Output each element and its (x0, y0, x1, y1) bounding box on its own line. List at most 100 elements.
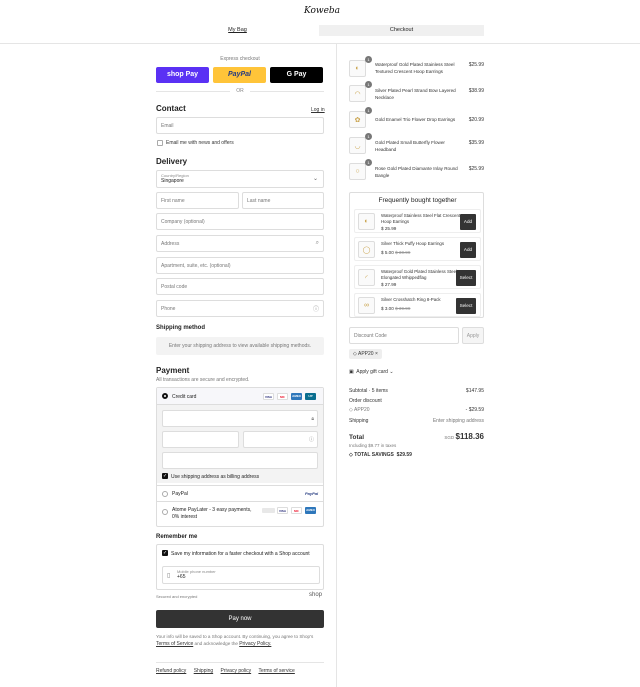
fbt-item: ∞ Silver Crosshatch Ring 8-Pack $ 3.00 $… (354, 293, 481, 317)
tab-checkout[interactable]: Checkout (319, 25, 484, 36)
shipping-method-title: Shipping method (156, 325, 205, 331)
applied-code: APP20 (353, 407, 370, 413)
total-value: $118.36 (455, 432, 484, 441)
first-name-placeholder: First name (161, 197, 185, 204)
fbt-price-old: $ 39.99 (395, 306, 411, 311)
country-select[interactable]: Country/Region Singapore ⌄ (156, 170, 324, 188)
subtotal-row: Subtotal · 5 items $147.95 (349, 388, 484, 394)
fbt-price-current: $ 27.99 (381, 282, 397, 287)
apply-discount-button[interactable]: Apply (462, 327, 484, 344)
express-checkout-label: Express checkout (220, 56, 260, 62)
first-name-field[interactable]: First name (156, 192, 239, 209)
newsletter-checkbox[interactable] (157, 140, 163, 146)
fbt-select-button[interactable]: Select (456, 270, 476, 286)
last-name-field[interactable]: Last name (242, 192, 324, 209)
product-thumbnail: ✿ (349, 111, 366, 128)
product-thumbnail: ◠ (349, 85, 366, 102)
quantity-badge: 1 (365, 107, 372, 114)
atome-radio[interactable] (162, 509, 168, 515)
privacy-link[interactable]: Privacy Policy. (239, 641, 271, 647)
apartment-field[interactable]: Apartment, suite, etc. (optional) (156, 257, 324, 274)
postal-code-field[interactable]: Postal code (156, 278, 324, 295)
column-divider (336, 44, 337, 687)
paypal-option-label: PayPal (172, 491, 188, 497)
tab-my-bag[interactable]: My Bag (156, 25, 319, 36)
help-icon[interactable]: ⓘ (313, 304, 319, 313)
credit-card-option[interactable]: Credit card VISA MC AMEX UP (157, 388, 323, 405)
google-pay-button[interactable]: G Pay (270, 67, 323, 83)
legal-text: Your info will be saved to a Shop accoun… (156, 633, 324, 648)
paypal-express-button[interactable]: PayPal (213, 67, 266, 83)
fbt-price-old: $ 30.99 (395, 250, 411, 255)
last-name-placeholder: Last name (247, 197, 271, 204)
payment-options: Credit card VISA MC AMEX UP 🔒︎ ⓘ ✓ Use s… (156, 387, 324, 527)
quantity-badge: 1 (365, 81, 372, 88)
fbt-add-button[interactable]: Add (460, 242, 476, 258)
search-icon: ⌕ (315, 240, 319, 246)
fbt-add-button[interactable]: Add (460, 214, 476, 230)
name-on-card-field[interactable] (162, 452, 318, 469)
footer-links: Refund policy Shipping Privacy policy Te… (156, 668, 301, 674)
refund-policy-link[interactable]: Refund policy (156, 668, 186, 674)
paypal-radio[interactable] (162, 491, 168, 497)
fbt-item: ◜ Waterproof Gold Plated Stainless Steel… (354, 265, 481, 289)
address-field[interactable]: Address ⌕ (156, 235, 324, 252)
privacy-policy-link[interactable]: Privacy policy (221, 668, 252, 674)
shipping-link[interactable]: Shipping (194, 668, 213, 674)
discount-placeholder: Discount Code (354, 332, 387, 339)
expiry-field[interactable] (162, 431, 239, 448)
product-thumbnail: ○ (349, 163, 366, 180)
credit-card-radio[interactable] (162, 393, 168, 399)
cart-item-price: $38.99 (468, 88, 484, 94)
mobile-value: +65 (177, 574, 186, 580)
login-link[interactable]: Log in (311, 107, 325, 113)
company-field[interactable]: Company (optional) (156, 213, 324, 230)
country-value: Singapore (161, 178, 184, 184)
fbt-select-button[interactable]: Select (456, 298, 476, 314)
fbt-item-price: $ 25.99 (381, 226, 396, 231)
gift-card-toggle[interactable]: ▣ Apply gift card ⌄ (349, 369, 394, 375)
company-placeholder: Company (optional) (161, 218, 205, 225)
email-placeholder: Email (161, 122, 174, 129)
quantity-badge: 1 (365, 56, 372, 63)
total-savings: ◇ TOTAL SAVINGS $29.59 (349, 452, 412, 458)
close-icon[interactable]: × (375, 351, 378, 357)
shipping-method-notice: Enter your shipping address to view avai… (156, 337, 324, 355)
fbt-item-name: Silver Crosshatch Ring 8-Pack (381, 297, 441, 302)
product-thumbnail: ◡ (349, 137, 366, 154)
total-savings-label: TOTAL SAVINGS (354, 452, 394, 458)
unionpay-icon: UP (305, 393, 316, 400)
pay-now-button[interactable]: Pay now (156, 610, 324, 628)
cart-item-name: Gold Enamel Trio Flower Drop Earrings (375, 117, 456, 122)
discount-value: - $29.59 (465, 407, 484, 413)
help-icon[interactable]: ⓘ (309, 436, 314, 443)
card-number-field[interactable]: 🔒︎ (162, 410, 318, 427)
discount-code-field[interactable]: Discount Code (349, 327, 459, 344)
total-savings-value: $29.59 (396, 452, 412, 458)
mobile-phone-field[interactable]: ▯ Mobile phone number +65 (162, 566, 320, 584)
amex-icon: AMEX (305, 507, 316, 514)
security-code-field[interactable]: ⓘ (243, 431, 318, 448)
cart-item-name: Silver Plated Pearl Strand Bow Layered N… (375, 88, 456, 100)
fbt-item: ◐ Waterproof Stainless Steel Flat Cresce… (354, 209, 481, 233)
cart-item-name: Waterproof Gold Plated Stainless Steel T… (375, 62, 455, 74)
mastercard-icon: MC (291, 507, 302, 514)
email-field[interactable]: Email (156, 117, 324, 134)
save-info-checkbox[interactable]: ✓ (162, 550, 168, 556)
remember-me-box: ✓ Save my information for a faster check… (156, 544, 324, 590)
order-discount-label: Order discount (349, 398, 382, 404)
phone-field[interactable]: Phone ⓘ (156, 300, 324, 317)
terms-of-service-link[interactable]: Terms of service (258, 668, 294, 674)
billing-same-checkbox[interactable]: ✓ (162, 473, 168, 479)
store-logo[interactable]: Koweba (300, 6, 344, 20)
visa-icon: VISA (277, 507, 288, 514)
terms-link[interactable]: Terms of Service (156, 641, 193, 647)
shop-pay-button[interactable]: shop Pay (156, 67, 209, 83)
fbt-item: ◯ Silver Thick Puffy Hoop Earrings $ 5.0… (354, 237, 481, 261)
save-info-label: Save my information for a faster checkou… (171, 551, 310, 557)
total-label: Total (349, 434, 365, 441)
postal-placeholder: Postal code (161, 283, 188, 290)
subtotal-label: Subtotal · 5 items (349, 388, 388, 394)
quantity-badge: 1 (365, 159, 372, 166)
secure-encrypted-label: Secured and encrypted (156, 594, 198, 599)
